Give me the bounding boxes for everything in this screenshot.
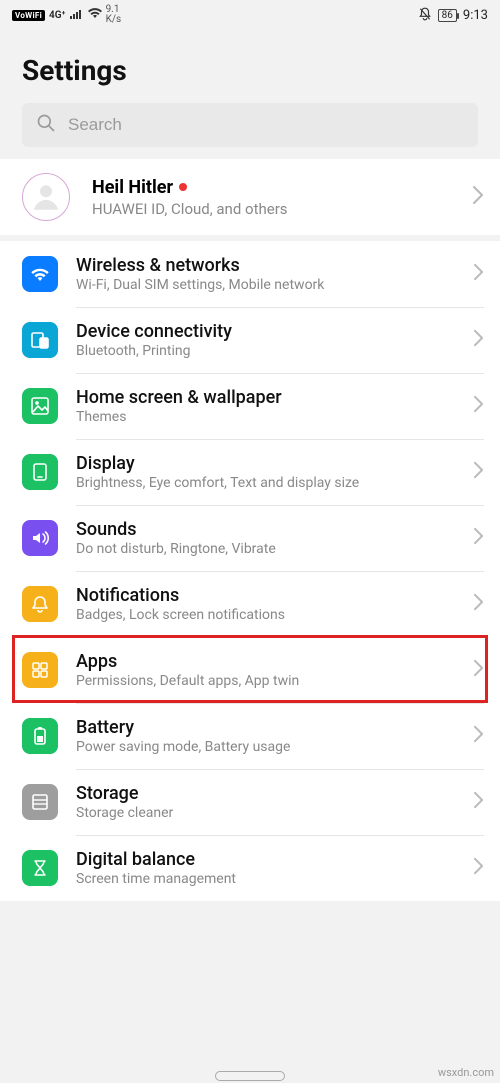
clock: 9:13 bbox=[463, 8, 488, 23]
row-sub: Badges, Lock screen notifications bbox=[76, 607, 455, 623]
apps-icon bbox=[22, 652, 58, 688]
settings-row-apps[interactable]: Apps Permissions, Default apps, App twin bbox=[0, 637, 500, 703]
devices-icon bbox=[22, 322, 58, 358]
row-title: Battery bbox=[76, 717, 455, 738]
chevron-right-icon bbox=[473, 329, 484, 351]
chevron-right-icon bbox=[473, 461, 484, 483]
settings-row-wifi[interactable]: Wireless & networks Wi-Fi, Dual SIM sett… bbox=[0, 241, 500, 307]
row-sub: Screen time management bbox=[76, 871, 455, 887]
storage-icon bbox=[22, 784, 58, 820]
row-title: Sounds bbox=[76, 519, 455, 540]
chevron-right-icon bbox=[472, 185, 484, 209]
row-sub: Wi-Fi, Dual SIM settings, Mobile network bbox=[76, 277, 455, 293]
notification-dot bbox=[179, 183, 187, 191]
hourglass-icon bbox=[22, 850, 58, 886]
row-title: Notifications bbox=[76, 585, 455, 606]
sounds-icon bbox=[22, 520, 58, 556]
wallpaper-icon bbox=[22, 388, 58, 424]
vowifi-badge: VoWiFi bbox=[12, 10, 45, 21]
wifi-status-icon bbox=[88, 8, 102, 22]
chevron-right-icon bbox=[473, 395, 484, 417]
row-title: Digital balance bbox=[76, 849, 455, 870]
settings-row-sounds[interactable]: Sounds Do not disturb, Ringtone, Vibrate bbox=[0, 505, 500, 571]
display-icon bbox=[22, 454, 58, 490]
row-title: Wireless & networks bbox=[76, 255, 455, 276]
net-gen: 4G⁺ bbox=[49, 10, 66, 21]
row-sub: Storage cleaner bbox=[76, 805, 455, 821]
status-bar: VoWiFi 4G⁺ 9.1 K/s 86 9:13 bbox=[0, 0, 500, 30]
row-sub: Bluetooth, Printing bbox=[76, 343, 455, 359]
row-sub: Do not disturb, Ringtone, Vibrate bbox=[76, 541, 455, 557]
dnd-icon bbox=[418, 7, 432, 24]
wifi-icon bbox=[22, 256, 58, 292]
search-input[interactable] bbox=[68, 115, 464, 135]
search-icon bbox=[36, 113, 56, 137]
row-title: Display bbox=[76, 453, 455, 474]
row-sub: Power saving mode, Battery usage bbox=[76, 739, 455, 755]
settings-row-display[interactable]: Display Brightness, Eye comfort, Text an… bbox=[0, 439, 500, 505]
chevron-right-icon bbox=[473, 527, 484, 549]
row-sub: Brightness, Eye comfort, Text and displa… bbox=[76, 475, 455, 491]
row-sub: Permissions, Default apps, App twin bbox=[76, 673, 455, 689]
search-bar[interactable] bbox=[22, 103, 478, 147]
row-sub: Themes bbox=[76, 409, 455, 425]
battery-icon bbox=[22, 718, 58, 754]
settings-list: Wireless & networks Wi-Fi, Dual SIM sett… bbox=[0, 241, 500, 901]
profile-name: Heil Hitler bbox=[92, 177, 173, 198]
chevron-right-icon bbox=[473, 725, 484, 747]
settings-row-wallpaper[interactable]: Home screen & wallpaper Themes bbox=[0, 373, 500, 439]
profile-row[interactable]: Heil Hitler HUAWEI ID, Cloud, and others bbox=[0, 159, 500, 241]
watermark: wsxdn.com bbox=[438, 1066, 494, 1079]
signal-icon bbox=[70, 8, 84, 22]
settings-row-bell[interactable]: Notifications Badges, Lock screen notifi… bbox=[0, 571, 500, 637]
chevron-right-icon bbox=[473, 791, 484, 813]
chevron-right-icon bbox=[473, 263, 484, 285]
chevron-right-icon bbox=[473, 593, 484, 615]
row-title: Device connectivity bbox=[76, 321, 455, 342]
chevron-right-icon bbox=[473, 659, 484, 681]
row-title: Apps bbox=[76, 651, 455, 672]
settings-row-battery[interactable]: Battery Power saving mode, Battery usage bbox=[0, 703, 500, 769]
home-indicator bbox=[215, 1071, 285, 1081]
settings-row-storage[interactable]: Storage Storage cleaner bbox=[0, 769, 500, 835]
battery-indicator: 86 bbox=[438, 9, 457, 22]
avatar bbox=[22, 173, 70, 221]
settings-row-hourglass[interactable]: Digital balance Screen time management bbox=[0, 835, 500, 901]
chevron-right-icon bbox=[473, 857, 484, 879]
bell-icon bbox=[22, 586, 58, 622]
page-title: Settings bbox=[0, 30, 500, 103]
net-speed: 9.1 K/s bbox=[106, 5, 122, 26]
row-title: Storage bbox=[76, 783, 455, 804]
row-title: Home screen & wallpaper bbox=[76, 387, 455, 408]
profile-sub: HUAWEI ID, Cloud, and others bbox=[92, 200, 450, 218]
settings-row-devices[interactable]: Device connectivity Bluetooth, Printing bbox=[0, 307, 500, 373]
